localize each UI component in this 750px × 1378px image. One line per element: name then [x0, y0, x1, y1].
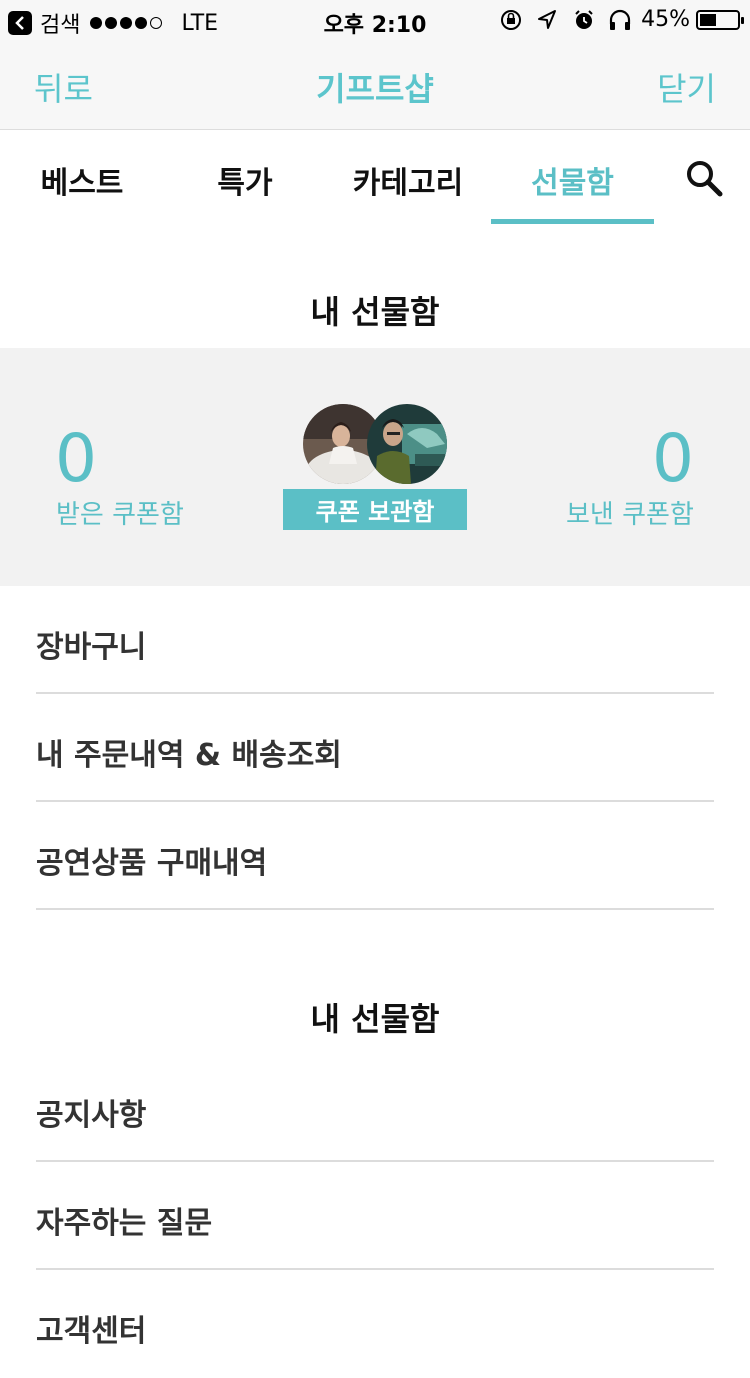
headphones-icon: [609, 9, 631, 30]
search-icon[interactable]: [684, 158, 724, 198]
status-bar: 검색 LTE 오후 2:10 45%: [0, 0, 750, 40]
location-icon: [538, 9, 557, 29]
coupon-storage-button[interactable]: 쿠폰 보관함: [283, 489, 467, 530]
avatar: [367, 404, 447, 484]
navigation-bar: 뒤로 기프트샵 닫기: [0, 40, 750, 130]
menu-item-label: 공지사항: [36, 1098, 147, 1133]
received-coupon-count[interactable]: 0: [55, 420, 97, 497]
menu-item-label: 내 주문내역 & 배송조회: [36, 738, 342, 773]
coupon-panel: 0 받은 쿠폰함 쿠폰 보관함 0 보낸 쿠폰함: [0, 348, 750, 586]
rotation-lock-icon: [501, 9, 522, 30]
menu-item-cart[interactable]: 장바구니: [36, 586, 714, 694]
tab-best[interactable]: 베스트: [18, 158, 146, 201]
sent-coupon-count[interactable]: 0: [652, 420, 694, 497]
menu-item-faq[interactable]: 자주하는 질문: [36, 1162, 714, 1270]
close-button[interactable]: 닫기: [657, 64, 716, 110]
menu-item-orders[interactable]: 내 주문내역 & 배송조회: [36, 694, 714, 802]
menu-item-label: 장바구니: [36, 630, 147, 665]
menu-item-ticket-purchases[interactable]: 공연상품 구매내역: [36, 802, 714, 910]
battery-percent: 45%: [641, 7, 690, 32]
status-bar-right: 45%: [489, 7, 744, 32]
tab-special-offer[interactable]: 특가: [181, 158, 309, 201]
support-section-title: 내 선물함: [310, 1000, 440, 1038]
menu-item-customer-center[interactable]: 고객센터: [36, 1270, 714, 1378]
page-title: 기프트샵: [316, 70, 434, 108]
sent-coupon-label[interactable]: 보낸 쿠폰함: [566, 494, 694, 531]
battery-icon: [696, 9, 744, 30]
menu-item-label: 고객센터: [36, 1314, 147, 1349]
alarm-icon: [575, 9, 593, 29]
tab-bar: 베스트 특가 카테고리 선물함: [0, 130, 750, 225]
tab-gift-box[interactable]: 선물함: [491, 158, 654, 201]
tab-category[interactable]: 카테고리: [333, 158, 483, 201]
menu-item-label: 자주하는 질문: [36, 1206, 213, 1241]
gift-box-title: 내 선물함: [310, 293, 440, 331]
active-tab-indicator: [491, 219, 654, 224]
received-coupon-label[interactable]: 받은 쿠폰함: [56, 494, 184, 531]
menu-item-label: 공연상품 구매내역: [36, 846, 268, 881]
menu-item-notices[interactable]: 공지사항: [36, 1054, 714, 1162]
